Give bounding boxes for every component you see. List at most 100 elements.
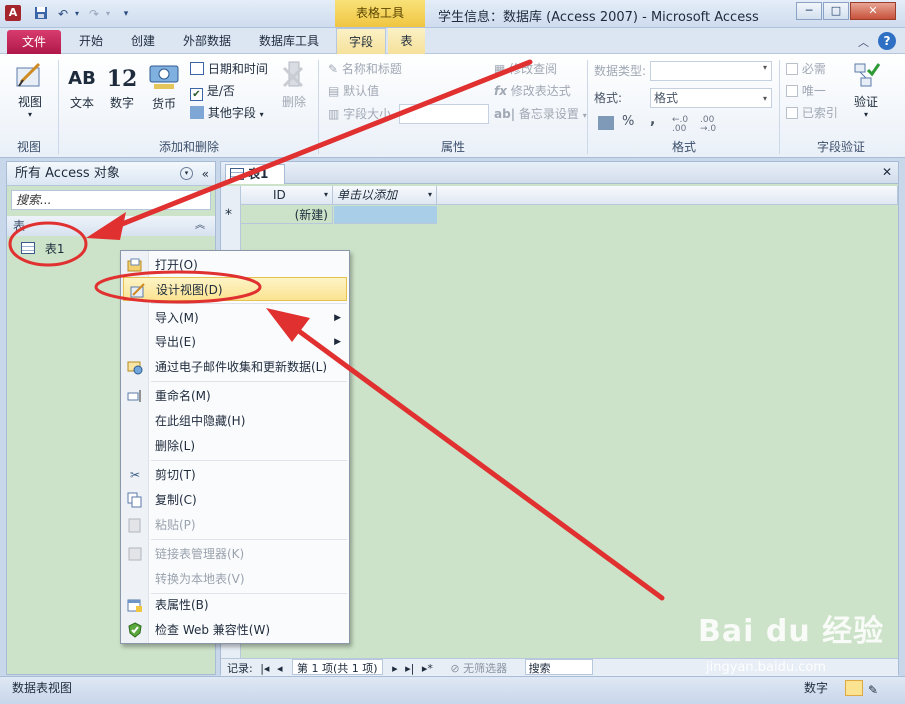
column-header-id[interactable]: ID ▾ (241, 186, 333, 205)
minimize-button[interactable]: ─ (796, 2, 822, 20)
number-field-button[interactable]: 12 数字 (104, 64, 140, 111)
menu-item-open[interactable]: 打开(O) (121, 253, 349, 277)
data-type-select[interactable]: ▾ (650, 61, 772, 81)
menu-item-convert-local[interactable]: 转换为本地表(V) (121, 567, 349, 591)
menu-item-copy[interactable]: 复制(C) (121, 488, 349, 512)
indexed-label: 已索引 (801, 106, 838, 120)
column-dropdown-icon[interactable]: ▾ (324, 186, 328, 204)
access-app-icon[interactable]: A (5, 5, 21, 21)
last-record-icon[interactable]: ▸| (405, 662, 414, 675)
document-tab-table1[interactable]: 表1 (225, 164, 285, 184)
text-field-icon: AB (68, 68, 96, 89)
new-record-add-cell[interactable] (334, 206, 437, 224)
indexed-checkbox[interactable]: 已索引 (786, 102, 838, 124)
nav-pane-header[interactable]: 所有 Access 对象 ▾ « (7, 162, 215, 186)
menu-item-linked-table-manager[interactable]: 链接表管理器(K) (121, 542, 349, 566)
memo-settings-button[interactable]: ab| 备忘录设置 ▾ (494, 103, 587, 125)
tab-create[interactable]: 创建 (120, 28, 166, 54)
view-button[interactable]: 视图 ▾ (10, 60, 50, 119)
modify-expression-button[interactable]: fx 修改表达式 (494, 80, 571, 102)
validation-icon (846, 60, 886, 93)
column-header-add[interactable]: 单击以添加 ▾ (333, 186, 437, 205)
decrease-decimals-button[interactable]: .00 →.0 (700, 116, 726, 134)
name-caption-button[interactable]: ✎ 名称和标题 (328, 58, 402, 80)
record-position-input[interactable]: 第 1 项(共 1 项) (291, 659, 383, 675)
view-dropdown-icon[interactable]: ▾ (10, 110, 50, 119)
nav-pane-menu-icon[interactable]: ▾ (180, 167, 193, 180)
undo-dropdown-icon[interactable]: ▾ (69, 6, 85, 22)
menu-separator (151, 539, 347, 540)
tab-fields[interactable]: 字段 (336, 28, 386, 55)
datasheet-view-icon[interactable] (845, 680, 863, 696)
minimize-ribbon-icon[interactable]: ︿ (858, 34, 869, 50)
datetime-field-button[interactable]: 日期和时间 (190, 58, 268, 80)
context-menu: 打开(O) 设计视图(D) 导入(M) ▶ 导出(E) ▶ 通过电子邮件收集和更… (120, 250, 350, 644)
save-icon[interactable] (33, 6, 49, 22)
menu-item-label: 删除(L) (155, 439, 196, 453)
default-value-button[interactable]: ▤ 默认值 (328, 80, 379, 102)
column-dropdown-icon[interactable]: ▾ (428, 186, 432, 204)
chevron-up-icon[interactable]: ︽ (195, 216, 205, 236)
close-document-icon[interactable]: ✕ (882, 165, 892, 179)
menu-item-hide-in-group[interactable]: 在此组中隐藏(H) (121, 409, 349, 433)
design-view-status-icon[interactable]: ✎ (868, 679, 878, 701)
nav-search-input[interactable]: 搜索... ⌕ (11, 190, 228, 210)
menu-item-table-properties[interactable]: 表属性(B) (121, 593, 349, 617)
tab-home[interactable]: 开始 (66, 28, 116, 54)
help-icon[interactable]: ? (878, 32, 896, 50)
tab-file[interactable]: 文件 (7, 30, 61, 54)
menu-item-email-collect[interactable]: 通过电子邮件收集和更新数据(L) (121, 355, 349, 379)
menu-item-cut[interactable]: ✂ 剪切(T) (121, 463, 349, 487)
required-checkbox[interactable]: 必需 (786, 58, 826, 80)
menu-item-check-web-compat[interactable]: 检查 Web 兼容性(W) (121, 618, 349, 642)
more-fields-label: 其他字段 (207, 106, 256, 120)
field-size-input[interactable] (399, 104, 489, 124)
format-select[interactable]: 格式 ▾ (650, 88, 772, 108)
currency-format-icon[interactable] (598, 116, 614, 130)
modify-lookup-button[interactable]: ▦ 修改查阅 (494, 58, 557, 80)
record-search-input[interactable]: 搜索 (524, 659, 593, 675)
number-field-icon: 12 (106, 66, 138, 92)
nav-group-tables[interactable]: 表 ︽ (7, 216, 215, 236)
nav-pane-collapse-icon[interactable]: « (202, 162, 209, 186)
currency-field-button[interactable]: 货币 (144, 60, 184, 112)
customize-qat-icon[interactable]: ▾ (118, 6, 134, 22)
nav-item-table1[interactable]: 表1 (11, 238, 91, 260)
validation-button[interactable]: 验证 ▾ (846, 60, 886, 119)
increase-decimals-button[interactable]: ←.0 .00 (672, 116, 698, 134)
new-record-id-cell[interactable]: (新建) (241, 206, 333, 224)
redo-dropdown-icon[interactable]: ▾ (100, 6, 116, 22)
table-properties-icon (127, 597, 143, 613)
tab-table[interactable]: 表 (388, 28, 425, 54)
percent-format-button[interactable]: % (622, 114, 634, 129)
menu-item-delete[interactable]: 删除(L) (121, 434, 349, 458)
tab-database-tools[interactable]: 数据库工具 (248, 28, 330, 54)
tab-external-data[interactable]: 外部数据 (170, 28, 244, 54)
close-button[interactable]: ✕ (850, 2, 896, 20)
text-field-button[interactable]: AB 文本 (64, 64, 100, 111)
menu-item-label: 导出(E) (155, 335, 196, 349)
menu-item-import[interactable]: 导入(M) ▶ (121, 306, 349, 330)
yesno-field-button[interactable]: ✔ 是/否 (190, 80, 235, 102)
more-fields-button[interactable]: 其他字段 ▾ (190, 102, 264, 124)
delete-field-button[interactable]: 删除 (276, 60, 312, 110)
menu-item-export[interactable]: 导出(E) ▶ (121, 330, 349, 354)
prev-record-icon[interactable]: ◂ (277, 662, 283, 675)
menu-item-label: 剪切(T) (155, 468, 196, 482)
menu-item-design-view[interactable]: 设计视图(D) (123, 277, 347, 301)
menu-item-rename[interactable]: 重命名(M) (121, 384, 349, 408)
document-tab-label: 表1 (248, 167, 269, 181)
indexed-checkbox-box (786, 107, 798, 119)
menu-item-label: 粘贴(P) (155, 518, 196, 532)
menu-item-paste[interactable]: 粘贴(P) (121, 513, 349, 537)
next-record-icon[interactable]: ▸ (392, 662, 398, 675)
filter-status[interactable]: 无筛选器 (463, 662, 507, 675)
unique-checkbox[interactable]: 唯一 (786, 80, 826, 102)
calendar-icon (190, 62, 204, 75)
first-record-icon[interactable]: |◂ (260, 662, 269, 675)
maximize-button[interactable]: □ (823, 2, 849, 20)
new-record-icon[interactable]: ▸* (422, 662, 433, 675)
table-tools-context-label: 表格工具 (335, 0, 425, 27)
menu-item-label: 表属性(B) (155, 598, 209, 612)
comma-format-button[interactable]: , (650, 112, 655, 128)
